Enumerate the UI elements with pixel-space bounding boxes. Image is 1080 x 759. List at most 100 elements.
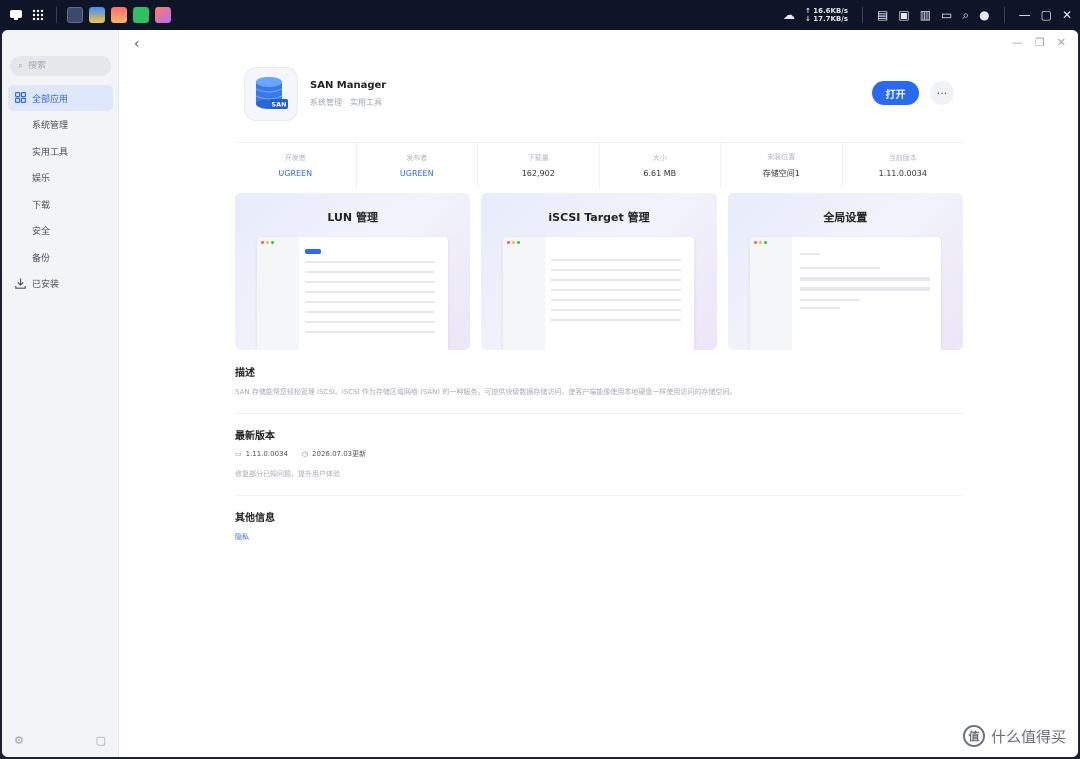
screenshot-lun-management[interactable]: LUN 管理	[235, 193, 471, 350]
info-size: 大小 6.61 MB	[600, 143, 721, 188]
search-icon[interactable]: ⌕	[962, 8, 969, 23]
taskbar-app-icon[interactable]	[67, 7, 83, 23]
window-dots	[507, 241, 521, 244]
search-input[interactable]	[28, 61, 99, 71]
monitor-icon[interactable]: ▣	[898, 8, 909, 22]
section-divider	[235, 495, 963, 496]
taskbar-green-app-icon[interactable]	[133, 7, 149, 23]
sidebar-item-installed[interactable]: 已安装	[8, 271, 113, 297]
info-current-version: 当前版本 1.11.0.0034	[843, 143, 964, 188]
app-launcher-icon[interactable]	[30, 7, 46, 23]
preview-line	[305, 301, 435, 303]
sidebar-item-label: 全部应用	[32, 94, 69, 105]
feedback-icon[interactable]: ▢	[96, 734, 106, 747]
minimize-icon[interactable]: —	[1012, 36, 1023, 49]
close-icon[interactable]: ✕	[1057, 36, 1066, 49]
sidebar-item-security[interactable]: 安全	[8, 218, 113, 244]
sidebar-item-entertainment[interactable]: 娱乐	[8, 165, 113, 191]
app-name: SAN Manager	[310, 80, 387, 91]
sidebar-item-all-apps[interactable]: 全部应用	[8, 85, 113, 111]
app-categories: 系统管理 实用工具	[310, 97, 382, 108]
database-icon: SAN	[255, 77, 288, 109]
user-icon[interactable]: ●	[979, 8, 989, 22]
preview-line	[551, 309, 682, 311]
info-value: 存储空间1	[762, 169, 800, 178]
publisher-link[interactable]: UGREEN	[400, 169, 434, 178]
back-icon[interactable]: ‹	[134, 36, 140, 52]
cloud-icon[interactable]: ☁	[783, 8, 795, 22]
sidebar-item-label: 系统管理	[32, 121, 69, 131]
version-item: ▭ 1.11.0.0034	[235, 450, 288, 458]
info-install-location: 安装位置 存储空间1	[721, 143, 843, 188]
screenshot-preview	[257, 237, 448, 350]
taskbar-divider	[862, 7, 863, 23]
watermark-logo-icon: 值	[962, 725, 985, 747]
storage-icon[interactable]: ▥	[920, 8, 931, 22]
sidebar-item-label: 实用工具	[32, 147, 69, 158]
info-value: 1.11.0.0034	[878, 169, 927, 178]
preview-sidebar	[749, 237, 792, 350]
info-value: 162,902	[521, 169, 555, 178]
close-icon[interactable]: ✕	[1062, 8, 1072, 22]
clock-icon: ◷	[301, 450, 309, 458]
open-button[interactable]: 打开	[872, 81, 919, 105]
sidebar-footer: ⚙ ▢	[14, 734, 106, 747]
other-info-title: 其他信息	[235, 513, 275, 524]
description-text: SAN 存储能帮您轻松管理 iSCSI。iSCSI 作为存储区域网络 (SAN)…	[235, 388, 737, 396]
preview-line	[551, 259, 682, 261]
taskbar-files-icon[interactable]	[89, 7, 105, 23]
info-label: 下载量	[527, 154, 549, 162]
screenshot-gallery: LUN 管理 iSCSI Target 管理 全局设置	[235, 193, 963, 350]
sidebar-item-label: 已安装	[32, 280, 60, 290]
more-options-button[interactable]: ···	[930, 81, 954, 105]
category-nav: 全部应用 系统管理 实用工具 娱乐 下载 安全 备份 已安装	[8, 85, 113, 297]
taskbar-divider	[1003, 7, 1005, 23]
taskbar-photos-icon[interactable]	[111, 7, 127, 23]
info-label: 发布者	[406, 154, 428, 162]
restore-icon[interactable]: ▢	[1041, 8, 1052, 22]
search-box[interactable]: ⌕	[10, 56, 111, 76]
tasks-icon[interactable]: ▤	[877, 8, 888, 22]
version-row: ▭ 1.11.0.0034 ◷ 2026.07.03更新	[235, 449, 366, 459]
minimize-icon[interactable]: —	[1019, 8, 1031, 22]
screenshot-title: LUN 管理	[327, 211, 378, 224]
settings-icon[interactable]: ⚙	[14, 734, 24, 747]
preview-line	[799, 287, 930, 291]
info-developer: 开发者 UGREEN	[235, 143, 357, 188]
preview-sidebar	[257, 237, 299, 350]
preview-line	[305, 331, 435, 333]
preview-line	[305, 271, 435, 273]
preview-line	[799, 299, 860, 301]
screenshot-preview	[749, 237, 941, 350]
window-dots	[753, 241, 767, 244]
sidebar-item-system-management[interactable]: 系统管理	[8, 112, 113, 138]
privacy-link[interactable]: 隐私	[235, 532, 249, 542]
info-label: 开发者	[284, 154, 306, 162]
monitor-icon: ▭	[235, 450, 242, 458]
sidebar-item-download[interactable]: 下载	[8, 191, 113, 217]
message-icon[interactable]: ▭	[941, 8, 952, 22]
update-date: 2026.07.03更新	[312, 450, 367, 458]
system-taskbar: ☁ ↑ 16.6KB/s ↓ 17.7KB/s ▤ ▣ ▥ ▭ ⌕ ● — ▢ …	[0, 0, 1080, 30]
window-dots	[261, 241, 274, 244]
sidebar-item-utilities[interactable]: 实用工具	[8, 138, 113, 164]
sidebar-item-label: 下载	[32, 200, 51, 211]
preview-line	[799, 253, 820, 255]
network-speed: ↑ 16.6KB/s ↓ 17.7KB/s	[805, 7, 848, 23]
developer-link[interactable]: UGREEN	[278, 169, 312, 178]
sidebar-item-backup[interactable]: 备份	[8, 244, 113, 270]
restore-icon[interactable]: ❐	[1035, 36, 1045, 49]
preview-sidebar	[503, 237, 546, 350]
preview-line	[799, 307, 840, 309]
notification-icon[interactable]	[8, 7, 24, 23]
preview-line	[551, 299, 682, 301]
screenshot-global-settings[interactable]: 全局设置	[727, 193, 963, 350]
sidebar-item-label: 备份	[32, 253, 51, 264]
section-divider	[235, 413, 963, 414]
taskbar-app-center-icon[interactable]	[155, 7, 171, 23]
preview-line	[551, 319, 682, 321]
screenshot-iscsi-target[interactable]: iSCSI Target 管理	[481, 193, 717, 350]
screenshot-preview	[503, 237, 695, 350]
preview-line	[305, 291, 435, 293]
screenshot-title: iSCSI Target 管理	[548, 211, 650, 224]
